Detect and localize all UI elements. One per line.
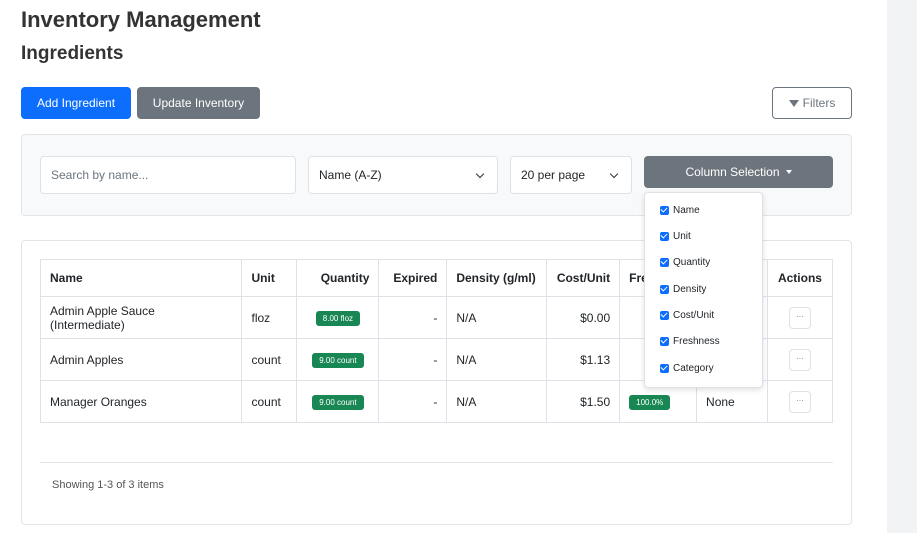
- cell-unit: count: [241, 338, 298, 381]
- cell-quantity: 9.00 count: [296, 338, 380, 381]
- update-inventory-button[interactable]: Update Inventory: [137, 87, 260, 119]
- column-selection-label: Column Selection: [685, 165, 780, 179]
- column-option-cost-unit[interactable]: Cost/Unit: [660, 310, 714, 321]
- header-unit[interactable]: Unit: [241, 259, 298, 297]
- column-selection-menu: Name Unit Quantity Density Cost/Unit Fre…: [644, 192, 763, 388]
- table-spacer: [40, 425, 833, 463]
- cell-quantity: 8.00 floz: [296, 296, 380, 339]
- column-option-label: Name: [673, 205, 700, 216]
- cell-density: N/A: [446, 338, 548, 381]
- cell-unit: floz: [241, 296, 298, 339]
- column-selection-button[interactable]: Column Selection: [644, 156, 833, 188]
- checkbox-checked-icon[interactable]: [660, 311, 669, 320]
- column-option-label: Freshness: [673, 336, 720, 347]
- column-option-label: Category: [673, 363, 714, 374]
- quantity-badge: 9.00 count: [312, 394, 364, 410]
- cell-name: Manager Oranges: [39, 380, 243, 423]
- cell-expired: -: [378, 380, 448, 423]
- chevron-down-icon: [475, 169, 485, 179]
- pagination-summary: Showing 1-3 of 3 items: [52, 479, 164, 491]
- sort-select[interactable]: Name (A-Z): [308, 156, 498, 194]
- cell-name: Admin Apple Sauce (Intermediate): [39, 296, 243, 339]
- cell-density: N/A: [446, 380, 548, 423]
- header-name[interactable]: Name: [39, 259, 243, 297]
- chevron-down-icon: [609, 169, 619, 179]
- sort-select-value: Name (A-Z): [319, 168, 382, 182]
- checkbox-checked-icon[interactable]: [660, 232, 669, 241]
- checkbox-checked-icon[interactable]: [660, 206, 669, 215]
- cell-expired: -: [378, 296, 448, 339]
- cell-actions: ···: [766, 380, 834, 423]
- header-quantity[interactable]: Quantity: [296, 259, 380, 297]
- column-option-label: Density: [673, 284, 707, 295]
- filters-button[interactable]: Filters: [772, 87, 852, 119]
- cell-actions: ···: [766, 296, 834, 339]
- column-option-unit[interactable]: Unit: [660, 231, 691, 242]
- caret-down-icon: [785, 170, 792, 174]
- add-ingredient-button[interactable]: Add Ingredient: [21, 87, 131, 119]
- column-option-label: Cost/Unit: [673, 310, 715, 321]
- cell-actions: ···: [766, 338, 834, 381]
- cell-cost: $0.00: [546, 296, 621, 339]
- filters-label: Filters: [802, 96, 836, 110]
- per-page-select[interactable]: 20 per page: [510, 156, 632, 194]
- quantity-badge: 8.00 floz: [315, 310, 361, 326]
- column-option-freshness[interactable]: Freshness: [660, 336, 720, 347]
- page-title: Inventory Management: [21, 7, 261, 32]
- actions-menu-button[interactable]: ···: [788, 390, 811, 413]
- funnel-icon: [788, 99, 799, 107]
- cell-quantity: 9.00 count: [296, 380, 380, 423]
- checkbox-checked-icon[interactable]: [660, 364, 669, 373]
- actions-menu-button[interactable]: ···: [788, 306, 811, 329]
- cell-expired: -: [378, 338, 448, 381]
- search-input[interactable]: [40, 156, 296, 194]
- cell-name: Admin Apples: [39, 338, 243, 381]
- header-expired[interactable]: Expired: [378, 259, 448, 297]
- column-option-category[interactable]: Category: [660, 363, 714, 374]
- cell-cost: $1.13: [546, 338, 621, 381]
- per-page-select-value: 20 per page: [521, 168, 586, 182]
- column-option-name[interactable]: Name: [660, 205, 700, 216]
- column-option-density[interactable]: Density: [660, 284, 706, 295]
- actions-menu-button[interactable]: ···: [788, 348, 811, 371]
- right-side-panel: [887, 0, 917, 533]
- cell-unit: count: [241, 380, 298, 423]
- cell-cost: $1.50: [546, 380, 621, 423]
- column-option-quantity[interactable]: Quantity: [660, 257, 710, 268]
- quantity-badge: 9.00 count: [312, 352, 364, 368]
- header-density[interactable]: Density (g/ml): [446, 259, 548, 297]
- header-actions: Actions: [766, 259, 834, 297]
- header-cost-unit[interactable]: Cost/Unit: [546, 259, 621, 297]
- freshness-badge: 100.0%: [629, 394, 671, 410]
- section-title: Ingredients: [21, 43, 124, 64]
- checkbox-checked-icon[interactable]: [660, 285, 669, 294]
- checkbox-checked-icon[interactable]: [660, 337, 669, 346]
- cell-density: N/A: [446, 296, 548, 339]
- column-option-label: Unit: [673, 231, 691, 242]
- column-option-label: Quantity: [673, 257, 711, 268]
- checkbox-checked-icon[interactable]: [660, 258, 669, 267]
